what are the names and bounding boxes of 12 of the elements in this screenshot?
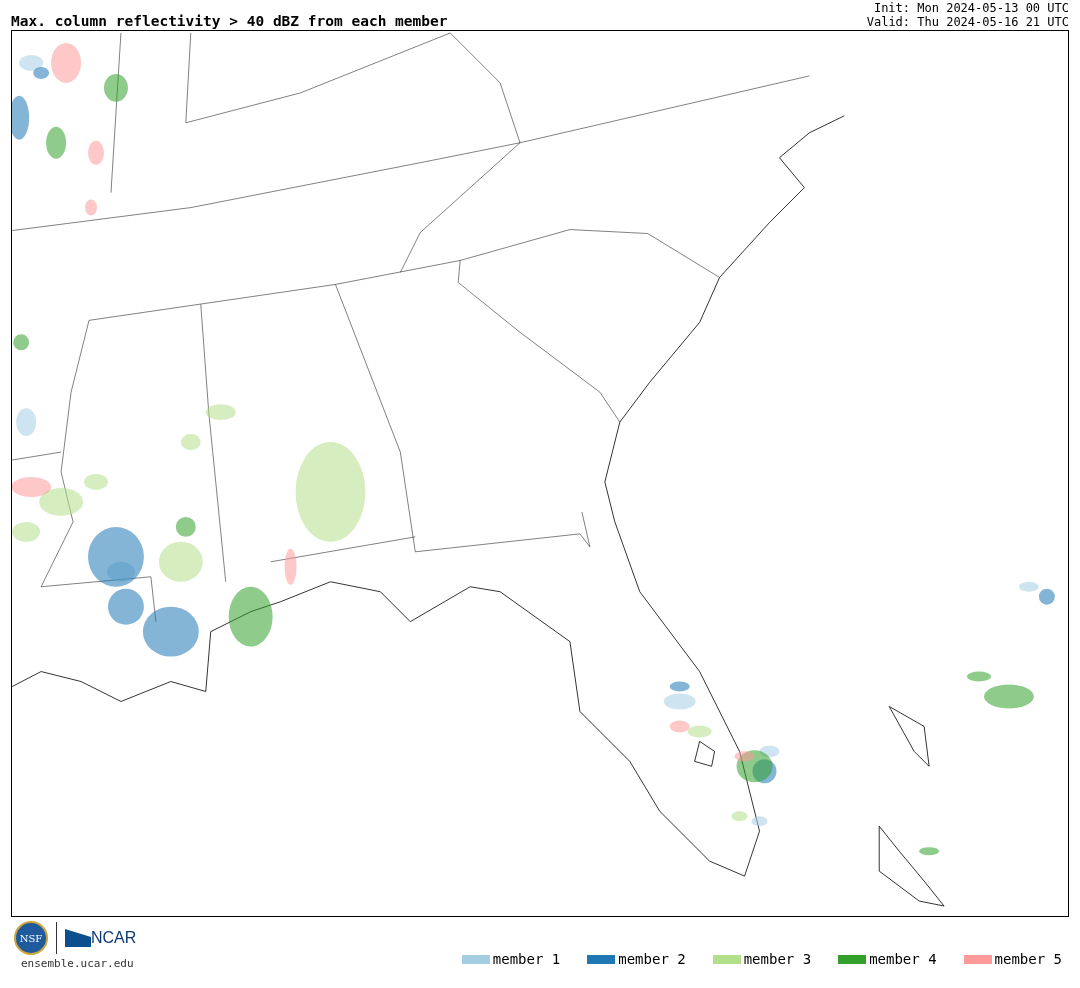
nsf-logo: NSF — [14, 921, 48, 955]
figure-title: Max. column reflectivity > 40 dBZ from each member — [11, 13, 448, 29]
valid-time: Valid: Thu 2024-05-16 21 UTC — [866, 15, 1069, 29]
flag-icon — [65, 929, 91, 947]
legend-label: member 3 — [743, 951, 812, 967]
legend-label: member 4 — [869, 951, 937, 967]
legend-label: member 5 — [994, 951, 1062, 967]
init-time: Init: Mon 2024-05-13 00 UTC — [873, 1, 1069, 15]
legend-label: member 2 — [618, 951, 686, 967]
ncar-logo: NCAR — [91, 929, 137, 947]
site-url: ensemble.ucar.edu — [21, 957, 134, 970]
legend-label: member 1 — [492, 951, 561, 967]
